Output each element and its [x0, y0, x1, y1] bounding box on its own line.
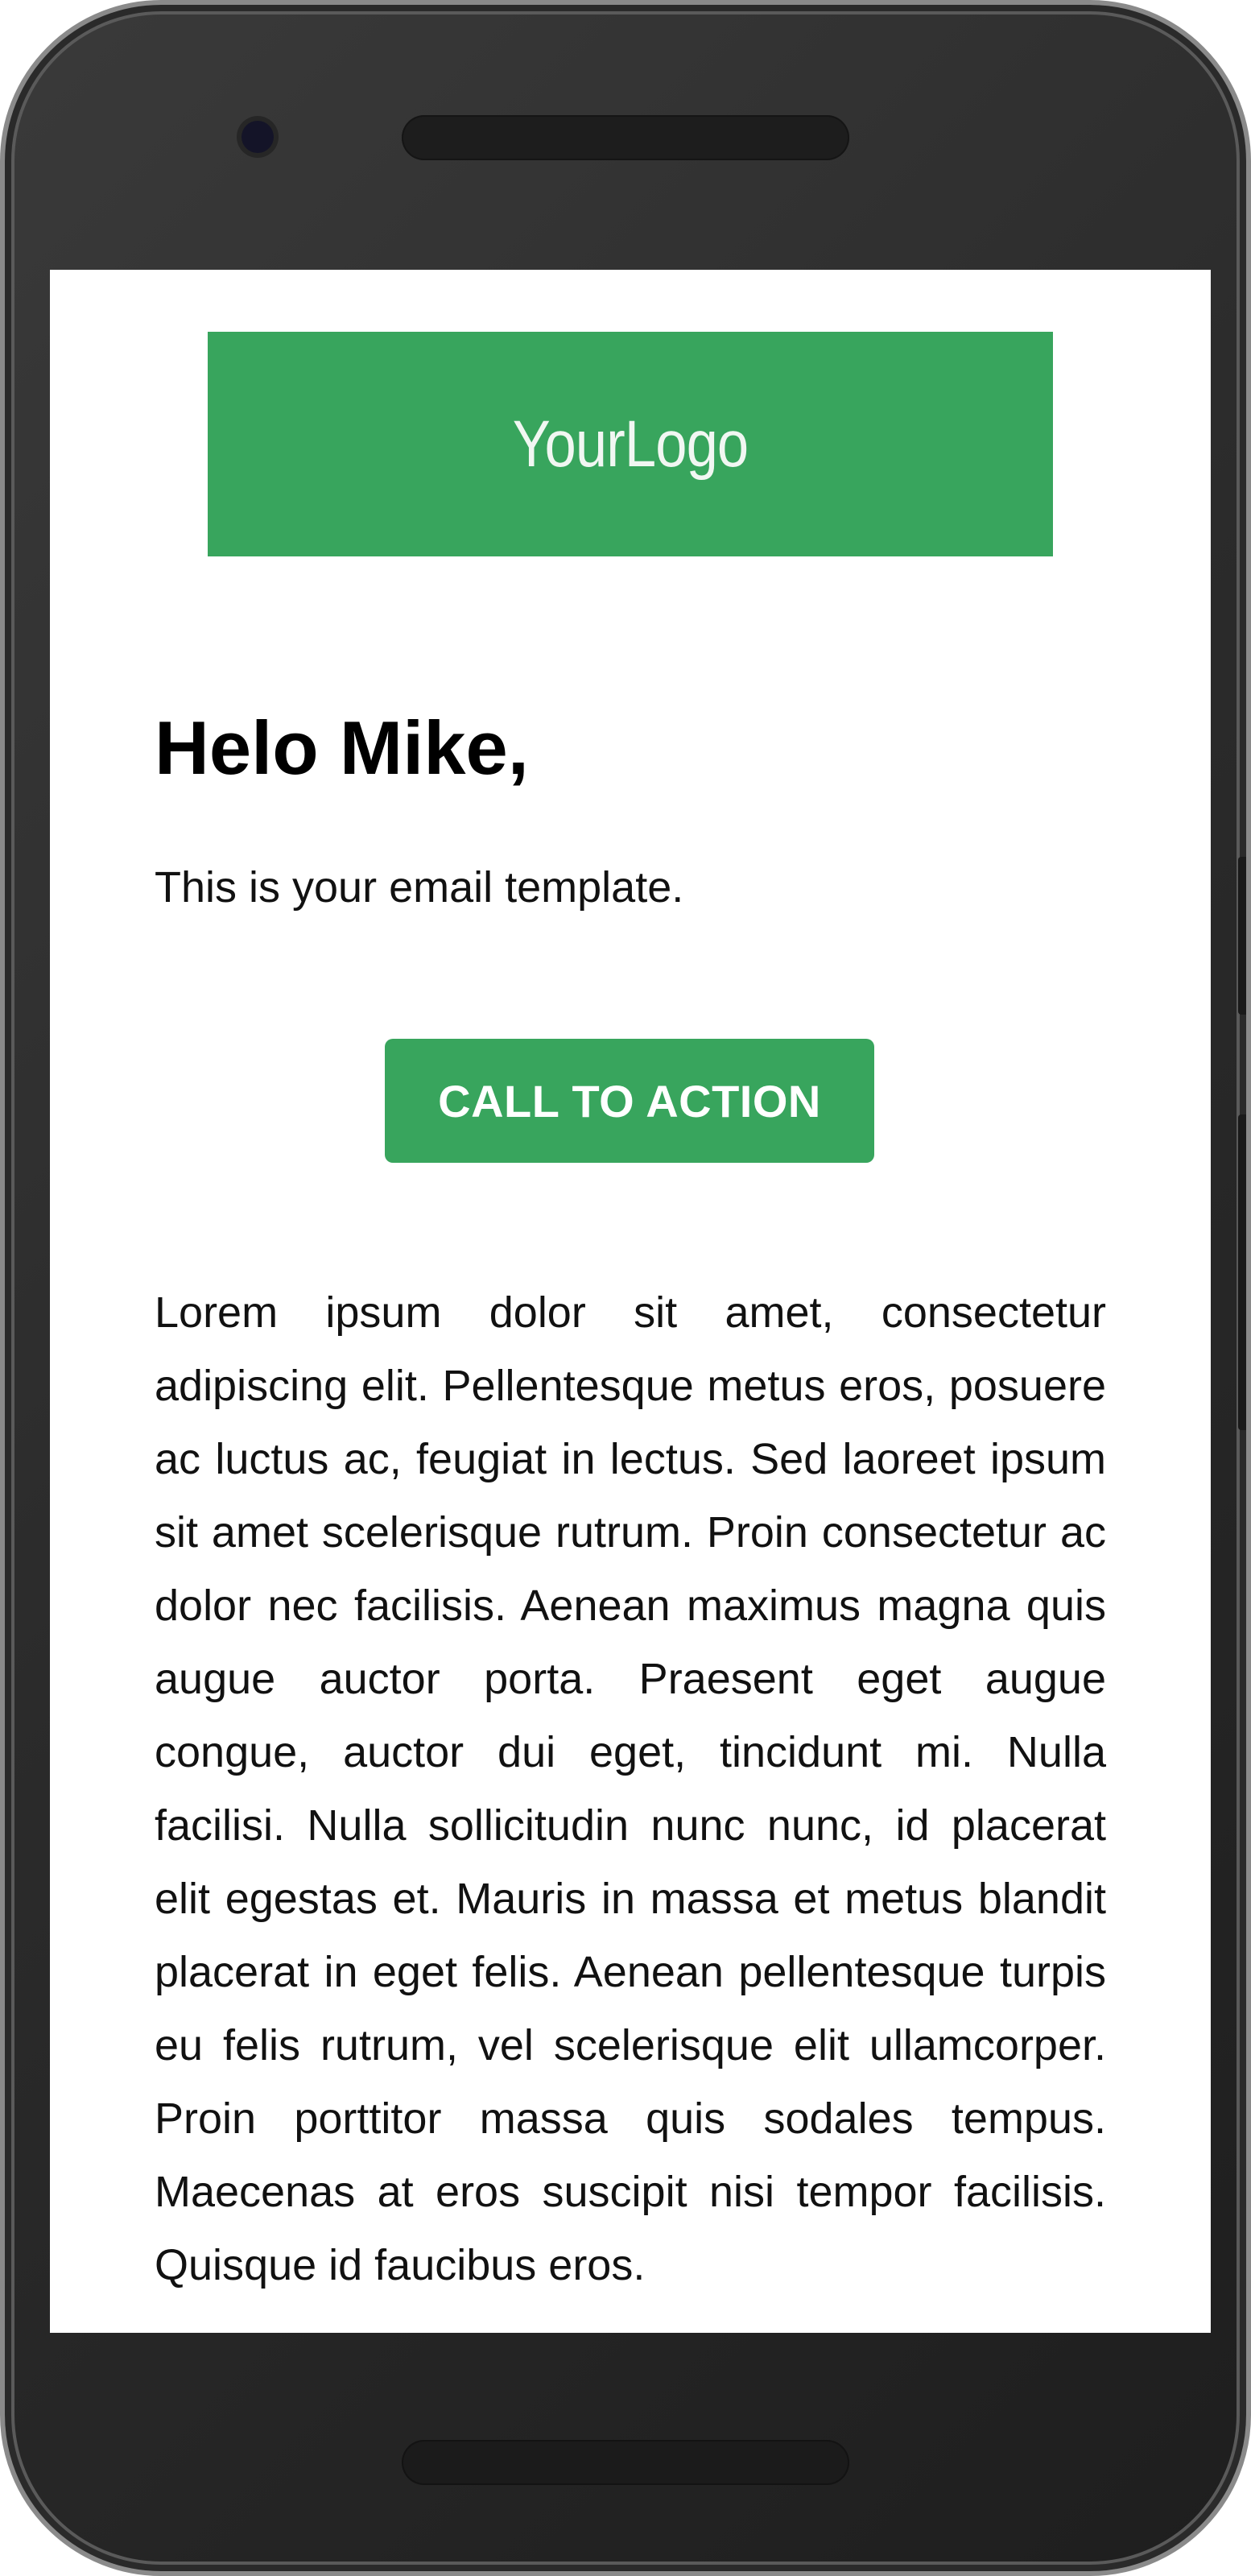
call-to-action-button[interactable]: CALL TO ACTION — [385, 1039, 874, 1163]
side-button-lower[interactable] — [1238, 1114, 1246, 1430]
phone-frame: YourLogo Helo Mike, This is your email t… — [0, 0, 1251, 2576]
email-screen[interactable]: YourLogo Helo Mike, This is your email t… — [50, 270, 1211, 2333]
bottom-speaker — [402, 2440, 849, 2485]
logo-banner: YourLogo — [208, 332, 1053, 556]
earpiece-speaker — [402, 115, 849, 160]
logo-text: YourLogo — [512, 407, 749, 481]
greeting-heading: Helo Mike, — [155, 705, 529, 790]
intro-text: This is your email template. — [155, 863, 684, 912]
side-button-upper[interactable] — [1238, 857, 1246, 1015]
front-camera-icon — [242, 121, 274, 153]
body-paragraph: Lorem ipsum dolor sit amet, consectetur … — [155, 1288, 1106, 2289]
